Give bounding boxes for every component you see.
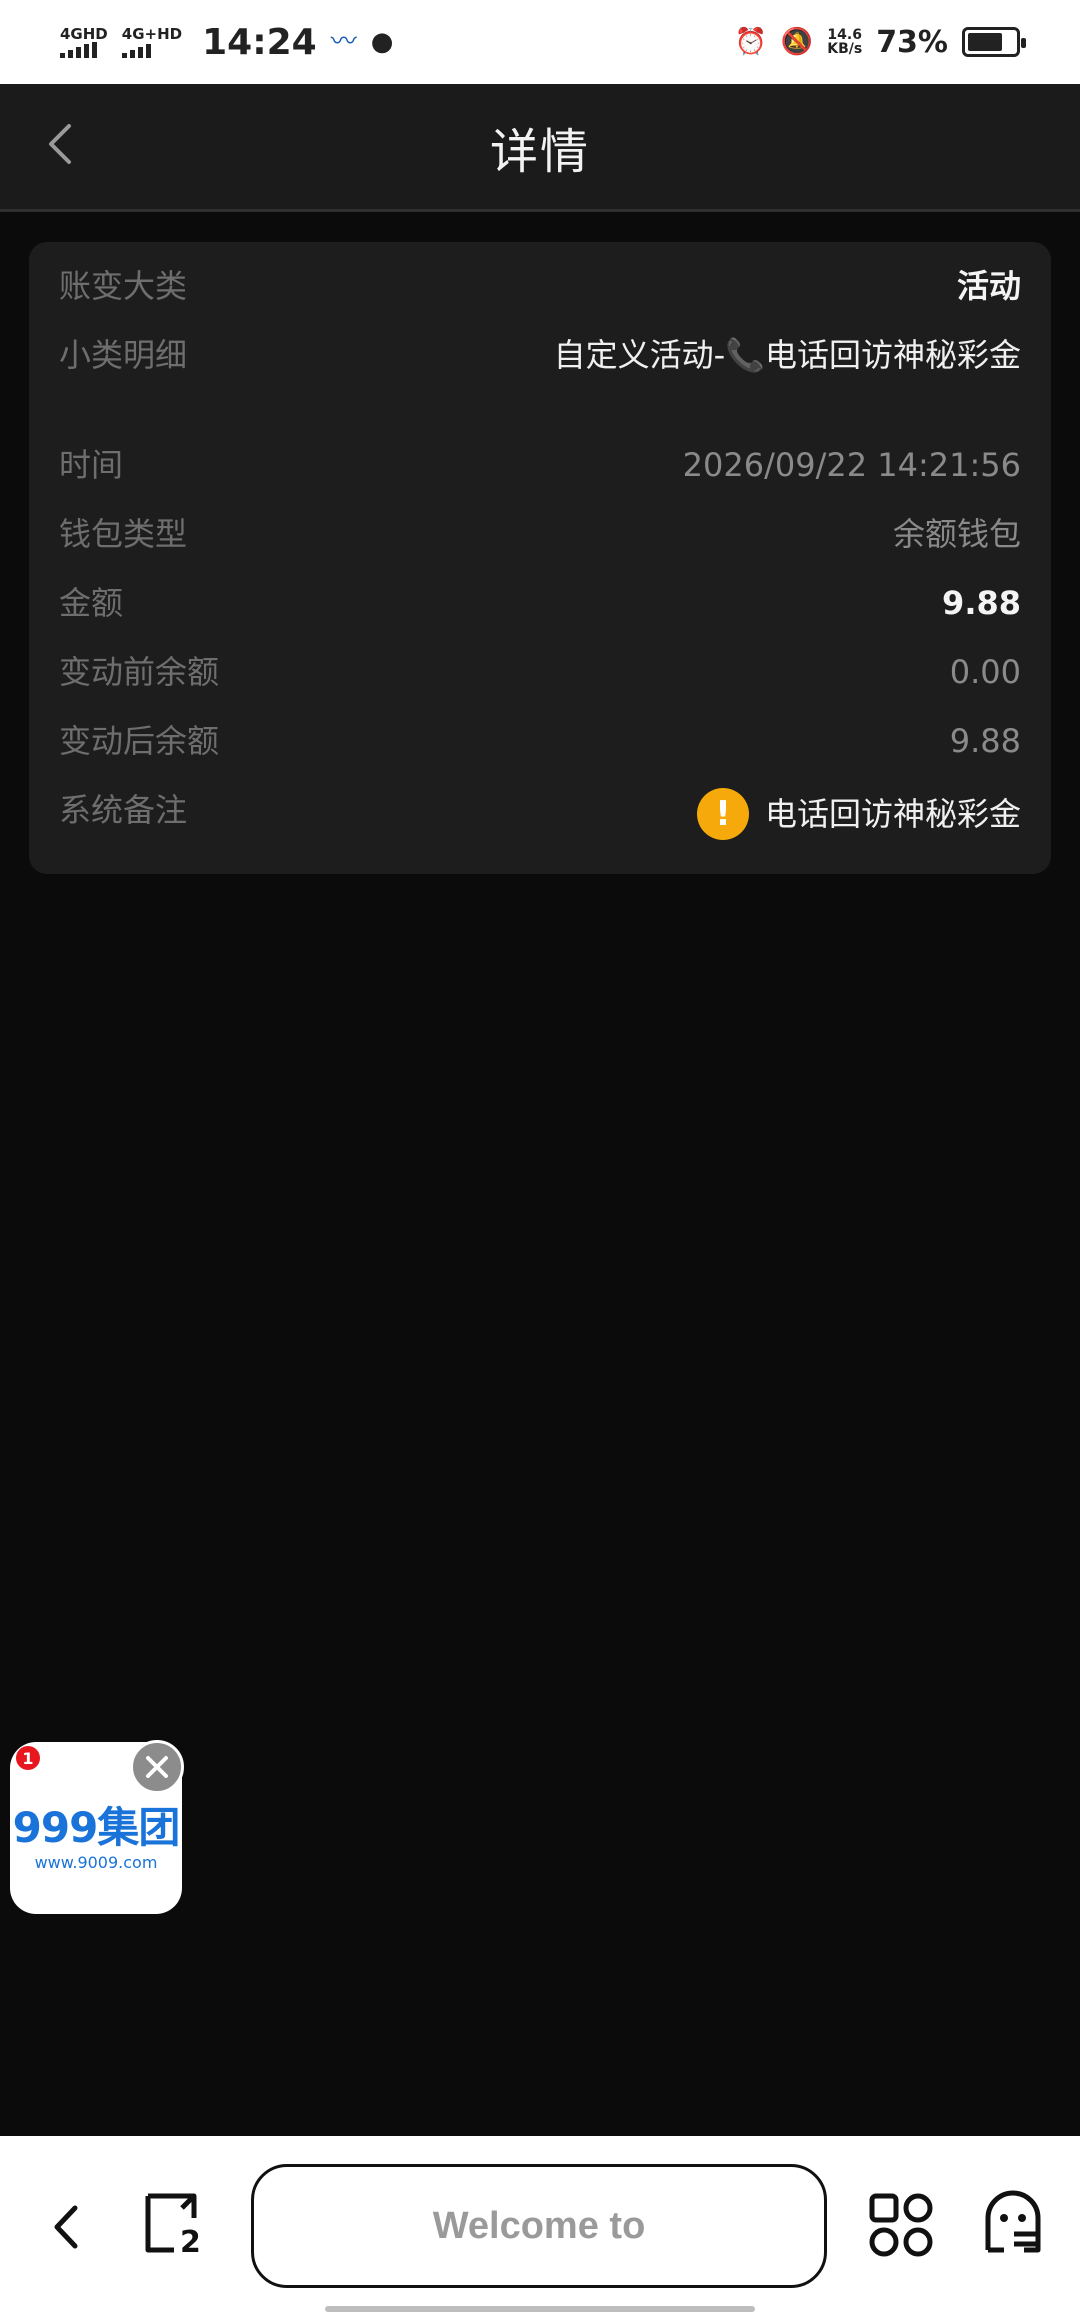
wallet-type-value: 余额钱包: [892, 515, 1021, 553]
subcategory-value: 自定义活动-📞电话回访神秘彩金: [553, 336, 1021, 374]
close-icon: [146, 1756, 168, 1778]
subcategory-label: 小类明细: [59, 336, 188, 374]
floating-ad[interactable]: 1 999集团 www.9009.com: [10, 1740, 184, 1914]
balance-before-label: 变动前余额: [59, 653, 220, 691]
detail-row-amount: 金额 9.88: [59, 581, 1021, 650]
detail-row-category: 账变大类 活动: [59, 264, 1021, 333]
tab-count: 2: [180, 2225, 201, 2258]
tabs-button[interactable]: 2: [140, 2188, 210, 2258]
wallet-type-label: 钱包类型: [59, 515, 188, 553]
ghost-profile-icon: [985, 2190, 1041, 2253]
detail-row-balance-before: 变动前余额 0.00: [59, 650, 1021, 719]
detail-row-subcategory: 小类明细 自定义活动-📞电话回访神秘彩金: [59, 333, 1021, 443]
network-speed-unit: KB/s: [827, 41, 863, 57]
alarm-icon: ⏰: [734, 27, 767, 57]
signal-bars-icon: [121, 42, 151, 58]
sim1-label: 4GHD: [60, 24, 108, 43]
chevron-left-icon: [54, 2205, 78, 2249]
mute-bell-icon: 🔕: [780, 27, 814, 57]
status-bar-right: ⏰ 🔕 14.6 KB/s 73%: [734, 24, 1026, 60]
bird-notification-icon: 〰: [330, 27, 357, 57]
balance-after-label: 变动后余额: [59, 722, 220, 760]
network-speed: 14.6 KB/s: [827, 28, 862, 56]
ad-logo: 999集团: [12, 1803, 181, 1852]
system-note-label: 系统备注: [59, 791, 188, 829]
warning-icon[interactable]: !: [696, 788, 749, 840]
sim2-signal: 4G+HD: [121, 24, 183, 58]
balance-before-value: 0.00: [949, 653, 1021, 691]
system-note: ! 电话回访神秘彩金: [696, 788, 1021, 840]
ad-close-button[interactable]: [130, 1740, 184, 1794]
apps-button[interactable]: [866, 2190, 936, 2260]
browser-back-button[interactable]: [36, 2192, 96, 2262]
detail-row-wallet-type: 钱包类型 余额钱包: [59, 512, 1021, 581]
signal-bars-icon: [60, 41, 97, 58]
chevron-left-icon: [49, 124, 71, 164]
battery-fill: [968, 33, 1002, 51]
status-time: 14:24: [202, 21, 317, 63]
network-speed-value: 14.6: [827, 27, 862, 43]
sim1-signal: 4GHD: [60, 24, 108, 58]
chat-notification-icon: ●: [370, 27, 394, 57]
time-label: 时间: [59, 446, 124, 484]
amount-value: 9.88: [942, 584, 1021, 622]
category-label: 账变大类: [59, 267, 188, 305]
system-note-value: 电话回访神秘彩金: [764, 795, 1021, 833]
grid-apps-icon: [869, 2193, 933, 2257]
browser-bottom-bar: 2 Welcome to: [0, 2136, 1080, 2316]
home-indicator[interactable]: [325, 2306, 755, 2312]
amount-label: 金额: [59, 584, 124, 622]
back-button[interactable]: [30, 114, 90, 174]
address-bar[interactable]: Welcome to: [251, 2164, 827, 2288]
detail-card: 账变大类 活动 小类明细 自定义活动-📞电话回访神秘彩金 时间 2026/09/…: [29, 242, 1051, 874]
page-title: 详情: [489, 123, 590, 180]
ad-url: www.9009.com: [34, 1853, 158, 1872]
sim2-label: 4G+HD: [121, 24, 183, 43]
profile-button[interactable]: [978, 2186, 1048, 2256]
ad-badge: 1: [16, 1746, 40, 1770]
time-value: 2026/09/22 14:21:56: [682, 446, 1021, 484]
battery-icon: [962, 27, 1026, 57]
battery-percent: 73%: [876, 24, 948, 60]
detail-row-balance-after: 变动后余额 9.88: [59, 719, 1021, 788]
tabs-icon: 2: [145, 2193, 201, 2258]
category-value: 活动: [956, 267, 1021, 305]
status-bar: 4GHD 4G+HD 14:24 〰 ● ⏰ 🔕 14.6 KB/s 73%: [0, 0, 1080, 84]
page-header: 详情: [0, 84, 1080, 212]
detail-row-time: 时间 2026/09/22 14:21:56: [59, 443, 1021, 512]
balance-after-value: 9.88: [949, 722, 1021, 760]
detail-row-system-note: 系统备注 ! 电话回访神秘彩金: [59, 788, 1021, 858]
status-bar-left: 4GHD 4G+HD 14:24 〰 ●: [60, 22, 393, 63]
